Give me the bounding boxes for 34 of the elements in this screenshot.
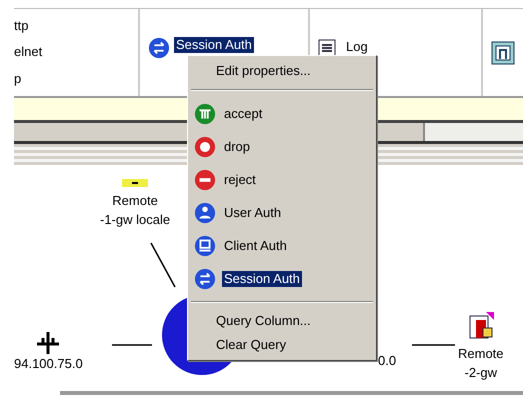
network-icon	[35, 330, 62, 354]
computer-icon	[194, 234, 216, 256]
gate-icon	[194, 102, 216, 124]
menu-item[interactable]: Clear Query	[190, 333, 374, 357]
connector-line	[112, 344, 152, 346]
menu-item[interactable]: Session Auth	[222, 270, 302, 286]
menu-item[interactable]: reject	[222, 172, 258, 188]
connector-line	[412, 344, 455, 346]
menu-item[interactable]: Edit properties...	[190, 59, 374, 83]
gateway-icon	[491, 40, 515, 64]
node-label: Remote	[112, 192, 158, 210]
menu-item[interactable]: Client Auth	[222, 238, 289, 254]
stop-icon	[194, 136, 216, 158]
node-label: 94.100.75.0	[14, 355, 83, 373]
service-name: ttp	[14, 18, 28, 34]
leader-line	[150, 242, 176, 288]
track-label: Log	[346, 39, 368, 55]
service-name: elnet	[14, 44, 42, 60]
node-label: -2-gw	[464, 364, 498, 382]
host-icon	[122, 179, 148, 187]
swap-arrows-icon	[194, 268, 216, 290]
menu-item[interactable]: User Auth	[222, 204, 284, 220]
node-label: -1-gw locale	[100, 211, 170, 229]
action-label: Session Auth	[174, 37, 254, 53]
menu-item[interactable]: drop	[222, 138, 252, 154]
no-entry-icon	[194, 168, 216, 190]
service-name: p	[14, 70, 22, 87]
node-label: Remote	[458, 345, 504, 363]
menu-item[interactable]: accept	[222, 106, 264, 122]
node-label: 0.0	[378, 352, 396, 370]
host-lock-icon	[468, 312, 494, 340]
menu-item[interactable]: Query Column...	[190, 309, 374, 333]
user-icon	[194, 202, 216, 224]
swap-arrows-icon	[148, 37, 170, 59]
